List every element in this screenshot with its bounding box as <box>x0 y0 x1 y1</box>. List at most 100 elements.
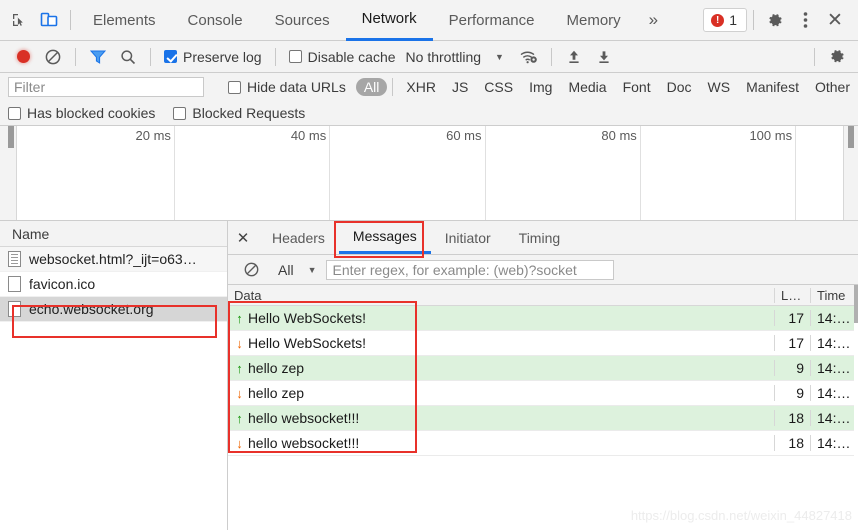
message-text: hello websocket!!! <box>248 410 359 426</box>
arrow-up-icon: ↑ <box>234 361 245 376</box>
type-filter-ws[interactable]: WS <box>700 78 739 96</box>
request-list-header[interactable]: Name <box>0 221 227 247</box>
type-filter-xhr[interactable]: XHR <box>398 78 444 96</box>
inspect-element-icon[interactable] <box>4 5 34 35</box>
request-row-websocket-html[interactable]: websocket.html?_ijt=o63… <box>0 247 227 272</box>
type-filter-font[interactable]: Font <box>615 78 659 96</box>
tab-messages[interactable]: Messages <box>339 221 431 254</box>
type-filter-all[interactable]: All <box>356 78 388 96</box>
filter-funnel-icon[interactable] <box>83 42 113 72</box>
scrollbar-thumb[interactable] <box>854 285 858 323</box>
arrow-up-icon: ↑ <box>234 411 245 426</box>
type-filter-other[interactable]: Other <box>807 78 858 96</box>
message-time-cell: 14:… <box>810 435 858 451</box>
type-filter-css[interactable]: CSS <box>476 78 521 96</box>
toolbar-divider <box>275 48 276 66</box>
message-row[interactable]: ↓ hello zep 9 14:… <box>228 381 858 406</box>
record-button[interactable] <box>8 42 38 72</box>
filter-row-primary: Hide data URLs All XHR JS CSS Img Media … <box>8 73 858 101</box>
message-row[interactable]: ↑ hello websocket!!! 18 14:… <box>228 406 858 431</box>
tab-console[interactable]: Console <box>172 0 259 41</box>
type-filter-doc[interactable]: Doc <box>659 78 700 96</box>
tab-memory[interactable]: Memory <box>551 0 637 41</box>
throttling-select[interactable]: No throttling <box>402 49 485 65</box>
message-text: Hello WebSockets! <box>248 335 366 351</box>
checkbox-icon <box>289 50 302 63</box>
tab-headers[interactable]: Headers <box>258 221 339 254</box>
message-row[interactable]: ↑ hello zep 9 14:… <box>228 356 858 381</box>
resource-type-filters: All XHR JS CSS Img Media Font Doc WS Man… <box>356 78 858 96</box>
type-filter-manifest[interactable]: Manifest <box>738 78 807 96</box>
message-type-select[interactable]: All <box>266 262 298 278</box>
message-row[interactable]: ↓ Hello WebSockets! 17 14:… <box>228 331 858 356</box>
blank-file-icon <box>8 301 21 317</box>
kebab-menu-icon[interactable] <box>790 5 820 35</box>
message-regex-input[interactable] <box>326 260 614 280</box>
detail-tab-bar: ✕ Headers Messages Initiator Timing <box>228 221 858 255</box>
settings-gear-icon[interactable] <box>760 5 790 35</box>
toolbar-divider <box>551 48 552 66</box>
messages-scrollbar[interactable] <box>854 285 858 530</box>
device-toolbar-icon[interactable] <box>34 5 64 35</box>
message-length-cell: 17 <box>774 335 810 351</box>
tab-initiator[interactable]: Initiator <box>431 221 505 254</box>
column-header-time[interactable]: Time <box>810 288 858 303</box>
tab-sources[interactable]: Sources <box>259 0 346 41</box>
type-filter-img[interactable]: Img <box>521 78 560 96</box>
has-blocked-cookies-checkbox[interactable]: Has blocked cookies <box>8 105 161 121</box>
message-data-cell: ↓ hello websocket!!! <box>228 435 774 451</box>
blocked-requests-checkbox[interactable]: Blocked Requests <box>167 105 311 121</box>
error-count-badge[interactable]: ! 1 <box>703 8 747 32</box>
disable-cache-checkbox[interactable]: Disable cache <box>283 49 402 65</box>
message-data-cell: ↑ hello zep <box>228 360 774 376</box>
request-name: websocket.html?_ijt=o63… <box>29 251 197 267</box>
blank-file-icon <box>8 276 21 292</box>
request-row-favicon[interactable]: favicon.ico <box>0 272 227 297</box>
message-length-cell: 9 <box>774 385 810 401</box>
tab-performance[interactable]: Performance <box>433 0 551 41</box>
chevron-down-icon[interactable]: ▼ <box>485 52 514 62</box>
message-row[interactable]: ↑ Hello WebSockets! 17 14:… <box>228 306 858 331</box>
export-har-download-icon[interactable] <box>589 42 619 72</box>
message-length-cell: 18 <box>774 435 810 451</box>
more-tabs-icon[interactable]: » <box>637 0 670 41</box>
overview-left-handle[interactable] <box>8 126 14 148</box>
network-filter-bar: Hide data URLs All XHR JS CSS Img Media … <box>0 73 858 126</box>
search-icon[interactable] <box>113 42 143 72</box>
filter-input[interactable] <box>8 77 204 97</box>
message-text: hello zep <box>248 385 304 401</box>
preserve-log-checkbox[interactable]: Preserve log <box>158 49 268 65</box>
message-time-cell: 14:… <box>810 360 858 376</box>
column-header-data[interactable]: Data <box>228 288 774 303</box>
overview-right-handle-area[interactable] <box>843 126 858 220</box>
clear-messages-icon[interactable] <box>236 255 266 285</box>
network-overview-timeline[interactable]: 20 ms 40 ms 60 ms 80 ms 100 ms <box>0 126 858 221</box>
tab-timing[interactable]: Timing <box>505 221 575 254</box>
close-devtools-icon[interactable]: ✕ <box>820 5 850 35</box>
tab-elements[interactable]: Elements <box>77 0 172 41</box>
overview-tick-label: 100 ms <box>749 128 795 143</box>
close-detail-icon[interactable]: ✕ <box>228 221 258 254</box>
tab-network[interactable]: Network <box>346 0 433 41</box>
overview-right-handle[interactable] <box>848 126 854 148</box>
import-har-upload-icon[interactable] <box>559 42 589 72</box>
network-settings-gear-icon[interactable] <box>822 42 852 72</box>
chevron-down-icon[interactable]: ▼ <box>298 265 327 275</box>
overview-divider <box>795 126 796 220</box>
arrow-up-icon: ↑ <box>234 311 245 326</box>
column-header-length[interactable]: L… <box>774 288 810 303</box>
message-row[interactable]: ↓ hello websocket!!! 18 14:… <box>228 431 858 456</box>
overview-tick-label: 20 ms <box>136 128 174 143</box>
overview-tick-label: 60 ms <box>446 128 484 143</box>
type-filter-js[interactable]: JS <box>444 78 476 96</box>
filter-row-secondary: Has blocked cookies Blocked Requests <box>8 101 858 125</box>
hide-data-urls-checkbox[interactable]: Hide data URLs <box>222 79 352 95</box>
panel-tabs: Elements Console Sources Network Perform… <box>77 0 703 41</box>
request-name: favicon.ico <box>29 276 95 292</box>
overview-left-handle-area[interactable] <box>0 126 17 220</box>
network-conditions-icon[interactable] <box>514 42 544 72</box>
request-row-echo-websocket-org[interactable]: echo.websocket.org <box>0 297 227 322</box>
type-filter-media[interactable]: Media <box>560 78 614 96</box>
request-detail-panel: ✕ Headers Messages Initiator Timing All … <box>228 221 858 530</box>
clear-button[interactable] <box>38 42 68 72</box>
